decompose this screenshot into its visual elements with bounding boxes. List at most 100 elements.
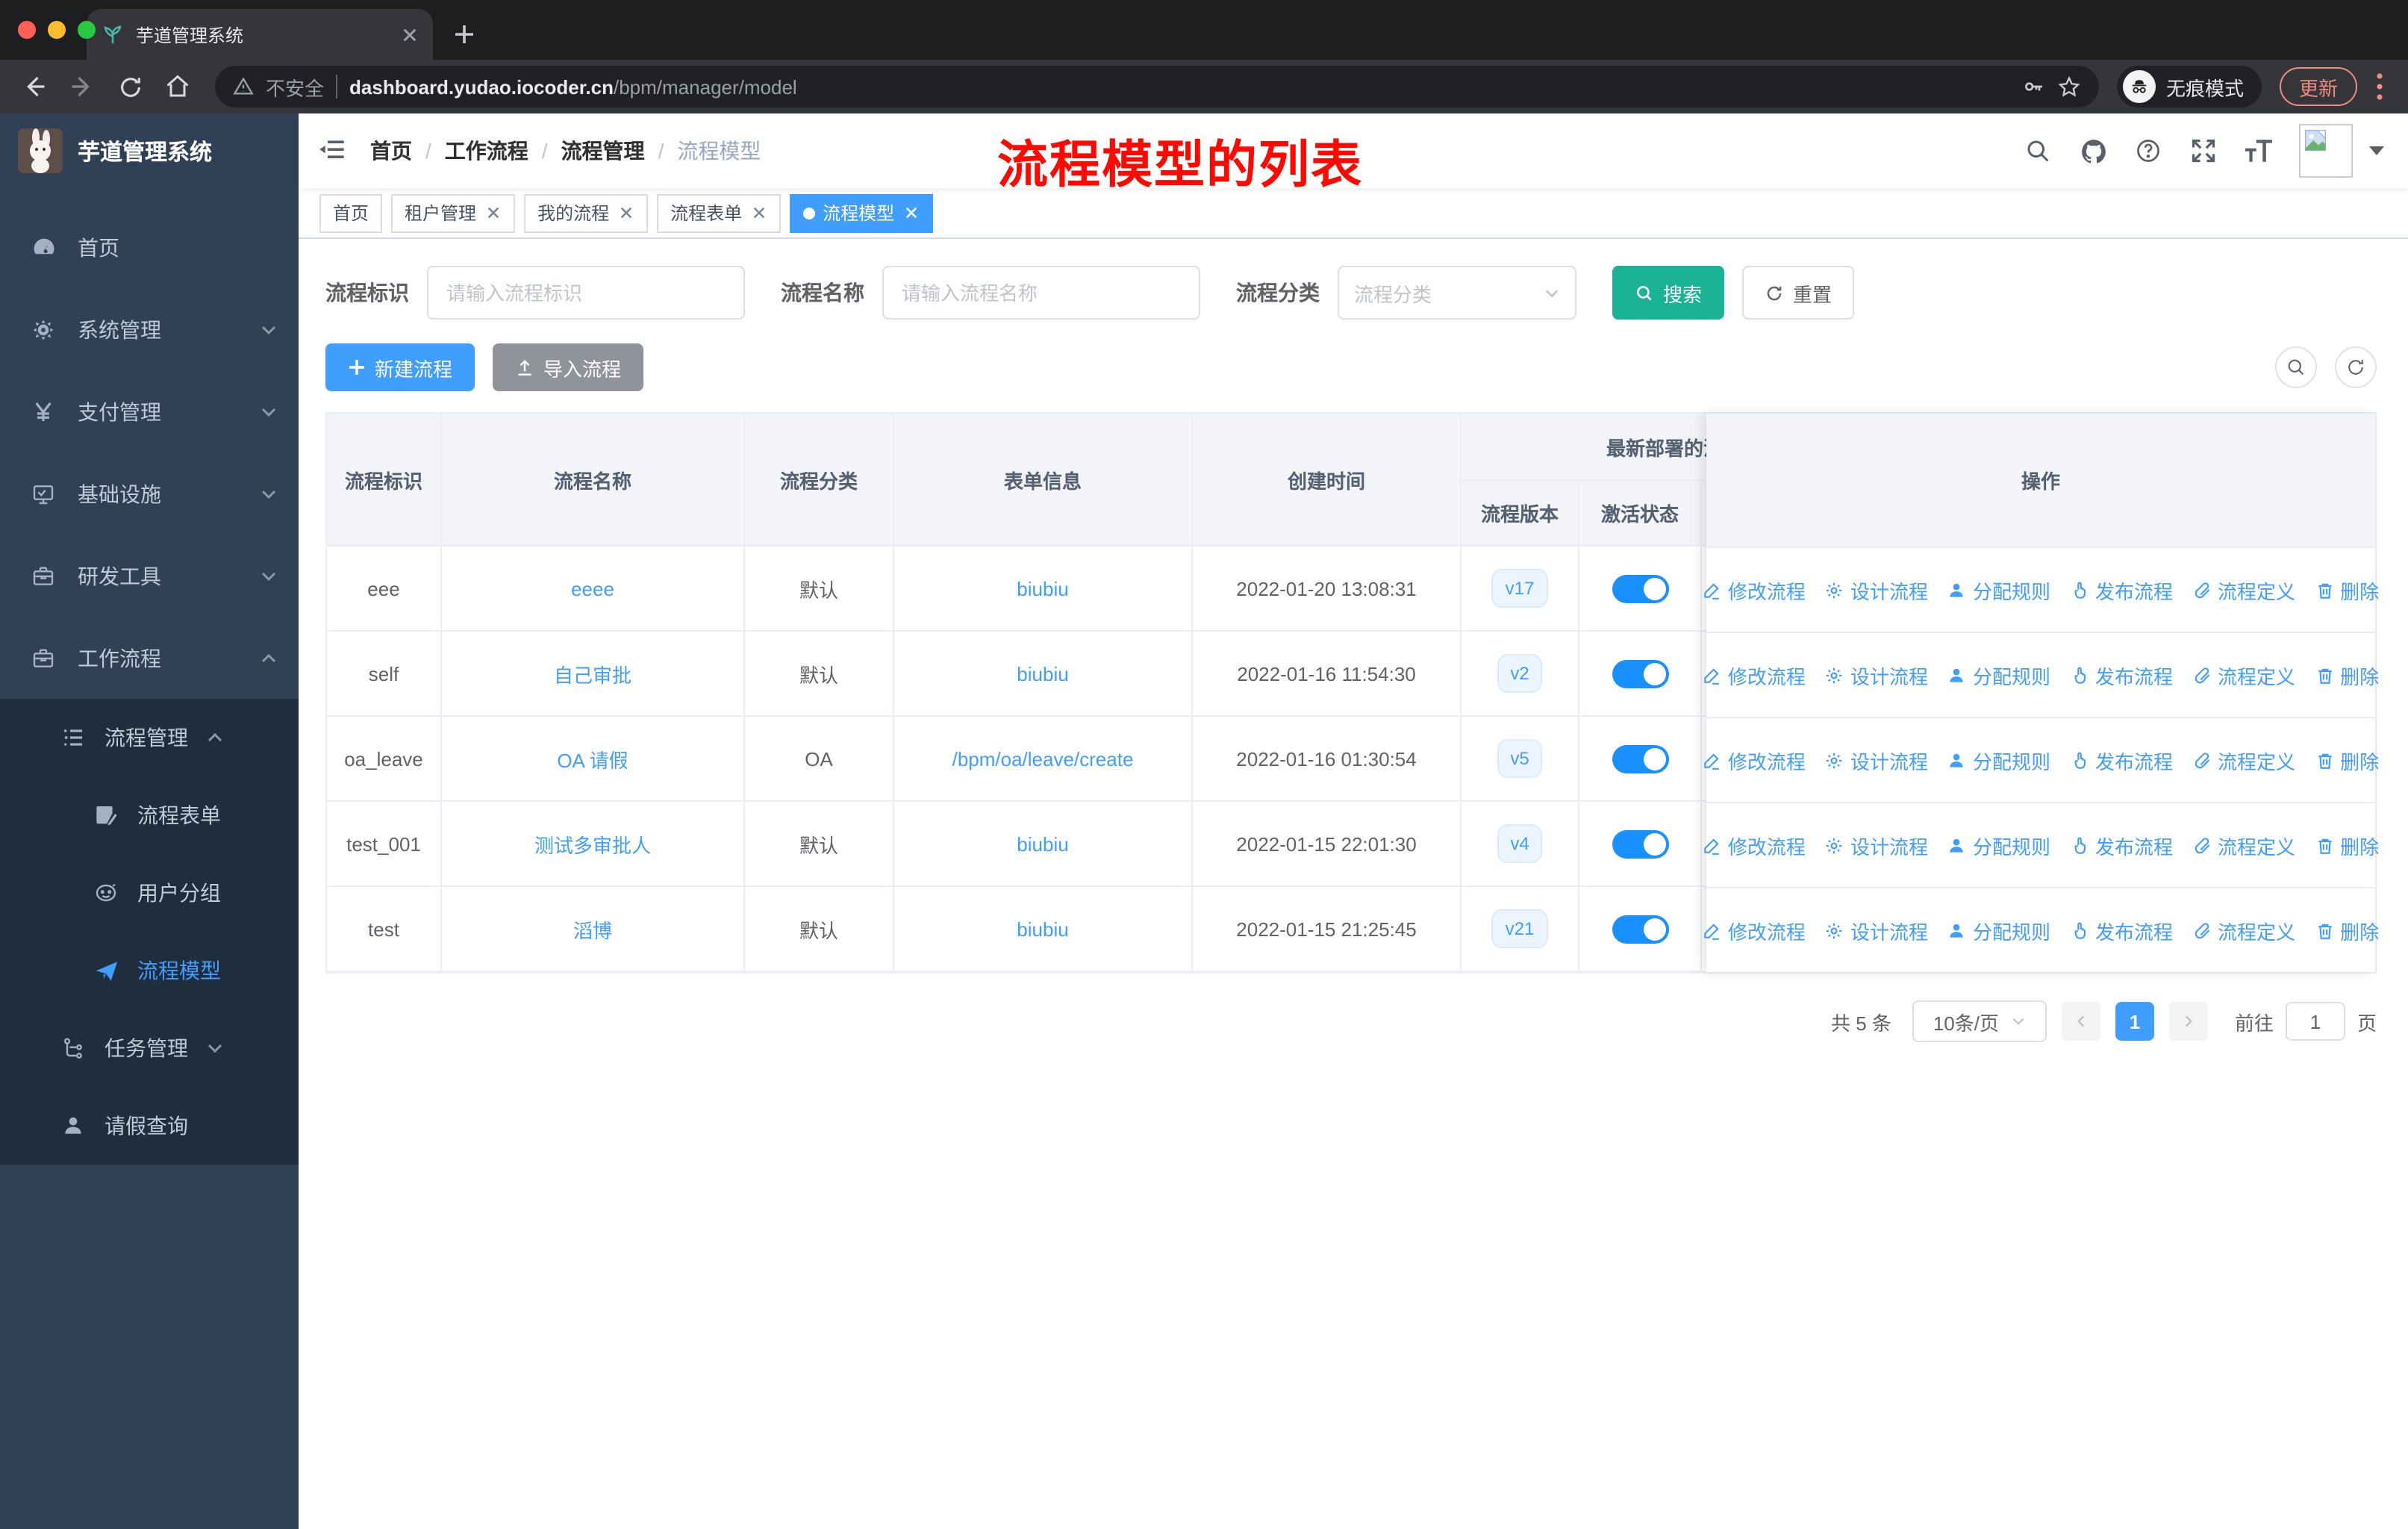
sidebar-fold-icon[interactable]	[316, 134, 349, 167]
fullscreen-icon[interactable]	[2189, 136, 2218, 166]
browser-update-button[interactable]: 更新	[2279, 67, 2357, 106]
process-definition-link[interactable]: 流程定义	[2192, 746, 2295, 774]
design-process-link[interactable]: 设计流程	[1825, 576, 1928, 604]
back-icon[interactable]	[15, 67, 54, 106]
home-icon[interactable]	[158, 67, 197, 106]
import-process-button[interactable]: 导入流程	[493, 343, 644, 391]
font-size-icon[interactable]	[2244, 136, 2274, 166]
active-toggle[interactable]	[1612, 829, 1668, 858]
browser-tab[interactable]: 芋道管理系统	[87, 9, 433, 60]
publish-process-link[interactable]: 发布流程	[2070, 917, 2173, 945]
breadcrumb-home[interactable]: 首页	[370, 136, 412, 166]
modify-process-link[interactable]: 修改流程	[1703, 917, 1806, 945]
prev-page-button[interactable]	[2061, 1002, 2100, 1041]
minimize-window-button[interactable]	[48, 21, 66, 39]
assign-rule-link[interactable]: 分配规则	[1947, 661, 2050, 689]
delete-link[interactable]: 删除	[2315, 746, 2379, 774]
sidebar-item-infrastructure[interactable]: 基础设施	[0, 452, 299, 535]
current-page-button[interactable]: 1	[2115, 1002, 2154, 1041]
reset-button[interactable]: 重置	[1742, 266, 1855, 320]
assign-rule-link[interactable]: 分配规则	[1947, 917, 2050, 945]
modify-process-link[interactable]: 修改流程	[1703, 661, 1806, 689]
sidebar-item-process-form[interactable]: 流程表单	[0, 776, 299, 854]
process-definition-link[interactable]: 流程定义	[2192, 917, 2295, 945]
forward-icon[interactable]	[63, 67, 102, 106]
design-process-link[interactable]: 设计流程	[1825, 661, 1928, 689]
publish-process-link[interactable]: 发布流程	[2070, 831, 2173, 859]
form-info-link[interactable]: biubiu	[1017, 832, 1068, 855]
sidebar-item-payment[interactable]: 支付管理	[0, 370, 299, 452]
publish-process-link[interactable]: 发布流程	[2070, 661, 2173, 689]
sidebar-item-process-model[interactable]: 流程模型	[0, 932, 299, 1009]
publish-process-link[interactable]: 发布流程	[2070, 746, 2173, 774]
new-tab-button[interactable]	[445, 15, 484, 54]
tag-close-icon[interactable]	[749, 204, 767, 222]
form-info-link[interactable]: biubiu	[1017, 662, 1068, 685]
assign-rule-link[interactable]: 分配规则	[1947, 831, 2050, 859]
caret-down-icon[interactable]	[2369, 145, 2384, 157]
process-name-link[interactable]: eeee	[571, 577, 614, 600]
form-info-link[interactable]: biubiu	[1017, 577, 1068, 600]
sidebar-logo-row[interactable]: 芋道管理系统	[0, 113, 299, 188]
active-toggle[interactable]	[1612, 574, 1668, 602]
search-icon[interactable]	[2023, 136, 2053, 166]
sidebar-item-task-management[interactable]: 任务管理	[0, 1009, 299, 1087]
assign-rule-link[interactable]: 分配规则	[1947, 746, 2050, 774]
process-name-link[interactable]: OA 请假	[557, 749, 628, 771]
show-search-icon-button[interactable]	[2275, 346, 2317, 388]
refresh-table-icon-button[interactable]	[2335, 346, 2377, 388]
search-button[interactable]: 搜索	[1612, 266, 1725, 320]
modify-process-link[interactable]: 修改流程	[1703, 576, 1806, 604]
process-name-link[interactable]: 自己审批	[554, 664, 631, 686]
help-icon[interactable]	[2133, 136, 2163, 166]
sidebar-item-leave-query[interactable]: 请假查询	[0, 1087, 299, 1165]
close-window-button[interactable]	[18, 21, 36, 39]
browser-menu-icon[interactable]	[2366, 73, 2393, 100]
delete-link[interactable]: 删除	[2315, 661, 2379, 689]
address-bar[interactable]: 不安全 dashboard.yudao.iocoder.cn/bpm/manag…	[215, 66, 2099, 108]
active-toggle[interactable]	[1612, 915, 1668, 943]
process-definition-link[interactable]: 流程定义	[2192, 831, 2295, 859]
password-key-icon[interactable]	[2021, 75, 2045, 99]
process-definition-link[interactable]: 流程定义	[2192, 661, 2295, 689]
active-toggle[interactable]	[1612, 744, 1668, 773]
modify-process-link[interactable]: 修改流程	[1703, 746, 1806, 774]
tag-my-process[interactable]: 我的流程	[524, 193, 649, 232]
assign-rule-link[interactable]: 分配规则	[1947, 576, 2050, 604]
design-process-link[interactable]: 设计流程	[1825, 746, 1928, 774]
process-definition-link[interactable]: 流程定义	[2192, 576, 2295, 604]
filter-key-input[interactable]	[427, 266, 745, 320]
filter-name-input[interactable]	[882, 266, 1200, 320]
sidebar-item-dev-tools[interactable]: 研发工具	[0, 535, 299, 617]
tag-process-form[interactable]: 流程表单	[657, 193, 782, 232]
publish-process-link[interactable]: 发布流程	[2070, 576, 2173, 604]
delete-link[interactable]: 删除	[2315, 831, 2379, 859]
process-name-link[interactable]: 测试多审批人	[534, 834, 651, 856]
tag-home[interactable]: 首页	[319, 193, 383, 232]
modify-process-link[interactable]: 修改流程	[1703, 831, 1806, 859]
github-icon[interactable]	[2078, 136, 2108, 166]
sidebar-item-system[interactable]: 系统管理	[0, 288, 299, 370]
tag-close-icon[interactable]	[484, 204, 502, 222]
form-info-link[interactable]: /bpm/oa/leave/create	[952, 747, 1134, 770]
design-process-link[interactable]: 设计流程	[1825, 831, 1928, 859]
design-process-link[interactable]: 设计流程	[1825, 917, 1928, 945]
sidebar-item-user-group[interactable]: 用户分组	[0, 854, 299, 932]
tab-close-icon[interactable]	[402, 26, 418, 43]
user-avatar[interactable]	[2299, 124, 2353, 178]
next-page-button[interactable]	[2168, 1002, 2208, 1041]
delete-link[interactable]: 删除	[2315, 576, 2379, 604]
goto-page-input[interactable]	[2285, 1002, 2345, 1041]
tag-process-model[interactable]: 流程模型	[790, 193, 934, 232]
create-process-button[interactable]: 新建流程	[325, 343, 475, 391]
breadcrumb-workflow[interactable]: 工作流程	[445, 136, 528, 166]
form-info-link[interactable]: biubiu	[1017, 918, 1068, 940]
tag-tenant[interactable]: 租户管理	[391, 193, 516, 232]
process-name-link[interactable]: 滔博	[573, 919, 612, 941]
page-size-select[interactable]: 10条/页	[1912, 1000, 2047, 1042]
bookmark-star-icon[interactable]	[2057, 75, 2081, 99]
reload-icon[interactable]	[110, 67, 149, 106]
sidebar-item-process-management[interactable]: 流程管理	[0, 699, 299, 776]
sidebar-item-workflow[interactable]: 工作流程	[0, 617, 299, 699]
maximize-window-button[interactable]	[78, 21, 96, 39]
